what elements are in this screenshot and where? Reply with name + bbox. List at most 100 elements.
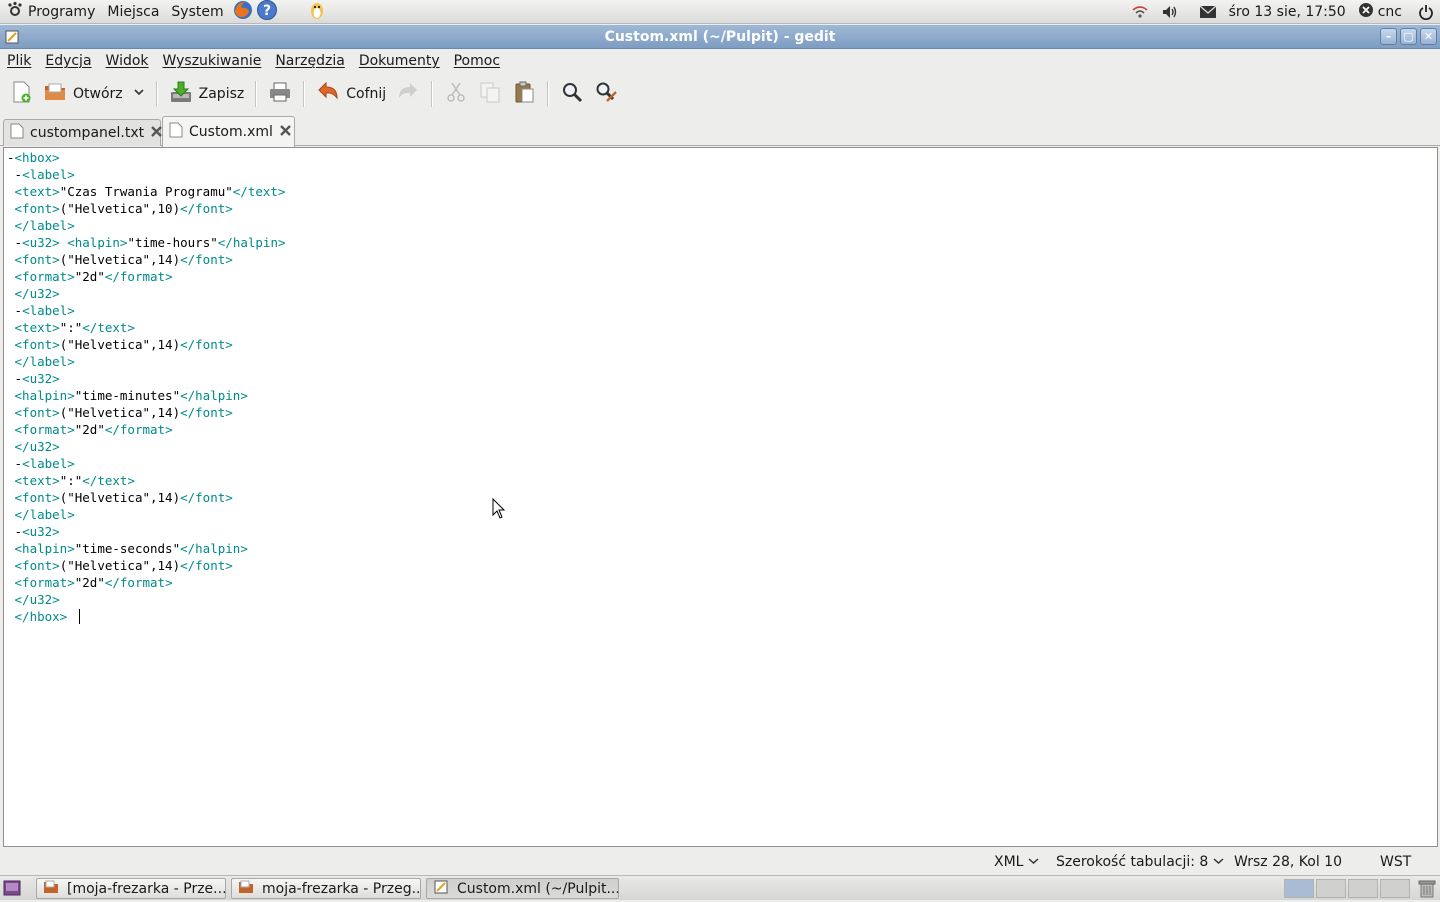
menu-programy-label: Programy <box>28 3 96 20</box>
editor-line[interactable]: </label> <box>7 353 1437 370</box>
show-desktop-icon[interactable] <box>3 880 21 900</box>
editor-line[interactable]: <text>":"</text> <box>7 472 1437 489</box>
editor-line[interactable]: -<label> <box>7 166 1437 183</box>
find-button[interactable] <box>555 77 589 111</box>
workspace-2[interactable] <box>1316 879 1346 898</box>
workspace-4[interactable] <box>1380 879 1410 898</box>
menu-widok[interactable]: Widok <box>99 53 156 69</box>
editor-line[interactable]: -<u32> <halpin>"time-hours"</halpin> <box>7 234 1437 251</box>
undo-button[interactable]: Cofnij <box>311 77 391 111</box>
menu-plik[interactable]: Plik <box>0 53 38 69</box>
editor-line[interactable]: -<hbox> <box>7 149 1437 166</box>
tab-close-button[interactable] <box>279 124 292 141</box>
menu-system[interactable]: System <box>165 0 229 24</box>
workspace-3[interactable] <box>1348 879 1378 898</box>
folder-icon <box>43 880 59 898</box>
minimize-button[interactable]: – <box>1380 28 1397 45</box>
editor-line[interactable]: </u32> <box>7 438 1437 455</box>
linuxcnc-launcher-icon[interactable] <box>306 0 328 25</box>
editor-line[interactable]: </u32> <box>7 285 1437 302</box>
tab-custom-xml[interactable]: Custom.xml <box>162 116 295 147</box>
cut-button[interactable] <box>439 77 473 111</box>
wifi-icon[interactable] <box>1131 4 1149 20</box>
menu-narzedzia[interactable]: Narzędzia <box>268 53 351 69</box>
menu-programy[interactable]: Programy <box>0 0 101 24</box>
maximize-button[interactable]: ▢ <box>1400 28 1417 45</box>
editor-line[interactable]: </label> <box>7 506 1437 523</box>
taskbar-item-file-browser-2[interactable]: moja-frezarka - Przeg... <box>231 878 421 899</box>
editor-line[interactable]: <font>("Helvetica",14)</font> <box>7 251 1437 268</box>
menu-edycja[interactable]: Edycja <box>38 53 98 69</box>
copy-button[interactable] <box>473 77 507 111</box>
statusbar: XML Szerokość tabulacji: 8 Wrsz 28, Kol … <box>0 850 1440 874</box>
editor-line[interactable]: <format>"2d"</format> <box>7 421 1437 438</box>
editor-line[interactable]: <format>"2d"</format> <box>7 574 1437 591</box>
window-title: Custom.xml (~/Pulpit) - gedit <box>604 28 836 45</box>
language-selector[interactable]: XML <box>994 854 1039 870</box>
toolbar-separator <box>547 81 550 107</box>
editor-line[interactable]: -<label> <box>7 455 1437 472</box>
redo-button[interactable] <box>391 77 425 111</box>
editor-line[interactable]: <font>("Helvetica",10)</font> <box>7 200 1437 217</box>
menu-miejsca[interactable]: Miejsca <box>101 0 165 24</box>
workspace-1[interactable] <box>1284 879 1314 898</box>
editor-line[interactable]: </hbox> <box>7 608 1437 625</box>
editor-content[interactable]: -<hbox> -<label> <text>"Czas Trwania Pro… <box>4 148 1437 625</box>
find-replace-button[interactable] <box>589 77 623 111</box>
tab-width-label: Szerokość tabulacji: 8 <box>1056 854 1209 870</box>
mail-icon[interactable] <box>1199 5 1217 19</box>
save-button[interactable]: Zapisz <box>164 77 250 111</box>
open-label: Otwórz <box>73 86 123 102</box>
paste-icon <box>512 80 536 108</box>
menu-dokumenty[interactable]: Dokumenty <box>352 53 447 69</box>
chevron-down-icon <box>133 86 145 102</box>
tab-custompanel-txt[interactable]: custompanel.txt <box>3 119 162 146</box>
print-button[interactable] <box>263 77 297 111</box>
editor-line[interactable]: <halpin>"time-minutes"</halpin> <box>7 387 1437 404</box>
close-window-button[interactable]: ✕ <box>1420 28 1437 45</box>
close-icon: ✕ <box>1423 30 1434 43</box>
menubar: Plik Edycja Widok Wyszukiwanie Narzędzia… <box>0 50 1440 72</box>
editor-line[interactable]: <font>("Helvetica",14)</font> <box>7 404 1437 421</box>
editor-line[interactable]: </u32> <box>7 591 1437 608</box>
volume-icon[interactable] <box>1161 4 1179 20</box>
toolbar-separator <box>303 81 306 107</box>
save-icon <box>169 80 193 108</box>
tab-label: Custom.xml <box>189 124 273 140</box>
editor-line[interactable]: -<u32> <box>7 523 1437 540</box>
trash-icon[interactable] <box>1418 879 1436 902</box>
editor-line[interactable]: <text>"Czas Trwania Programu"</text> <box>7 183 1437 200</box>
mouse-pointer-icon <box>492 497 506 524</box>
taskbar-item-file-browser-1[interactable]: [moja-frezarka - Prze... <box>36 878 226 899</box>
editor-line[interactable]: <halpin>"time-seconds"</halpin> <box>7 540 1437 557</box>
editor-line[interactable]: <font>("Helvetica",14)</font> <box>7 557 1437 574</box>
editor-line[interactable]: -<label> <box>7 302 1437 319</box>
paste-button[interactable] <box>507 77 541 111</box>
gedit-app-icon[interactable] <box>4 29 20 45</box>
taskbar-item-gedit[interactable]: Custom.xml (~/Pulpit... <box>426 878 619 899</box>
copy-icon <box>478 80 502 108</box>
editor-line[interactable]: <format>"2d"</format> <box>7 268 1437 285</box>
menu-system-label: System <box>171 3 224 20</box>
editor-line[interactable]: -<u32> <box>7 370 1437 387</box>
editor-line[interactable]: <font>("Helvetica",14)</font> <box>7 336 1437 353</box>
search-icon <box>560 80 584 108</box>
window-titlebar[interactable]: Custom.xml (~/Pulpit) - gedit – ▢ ✕ <box>0 25 1440 49</box>
firefox-launcher-icon[interactable] <box>232 0 254 25</box>
help-launcher-icon[interactable]: ? <box>256 0 278 25</box>
open-button[interactable]: Otwórz <box>38 77 128 111</box>
menu-pomoc[interactable]: Pomoc <box>447 53 507 69</box>
user-offline-icon <box>1358 2 1374 22</box>
power-icon[interactable] <box>1418 4 1434 20</box>
document-tabs: custompanel.txt Custom.xml <box>0 116 1440 147</box>
editor-line[interactable]: </label> <box>7 217 1437 234</box>
user-status[interactable]: cnc <box>1358 2 1402 22</box>
editor-line[interactable]: <font>("Helvetica",14)</font> <box>7 489 1437 506</box>
text-editor[interactable]: -<hbox> -<label> <text>"Czas Trwania Pro… <box>3 147 1438 847</box>
editor-line[interactable]: <text>":"</text> <box>7 319 1437 336</box>
menu-wyszukiwanie[interactable]: Wyszukiwanie <box>156 53 269 69</box>
clock[interactable]: śro 13 sie, 17:50 <box>1229 4 1346 20</box>
open-recent-dropdown[interactable] <box>128 77 150 111</box>
tab-width-selector[interactable]: Szerokość tabulacji: 8 <box>1056 854 1224 870</box>
new-document-button[interactable] <box>4 77 38 111</box>
